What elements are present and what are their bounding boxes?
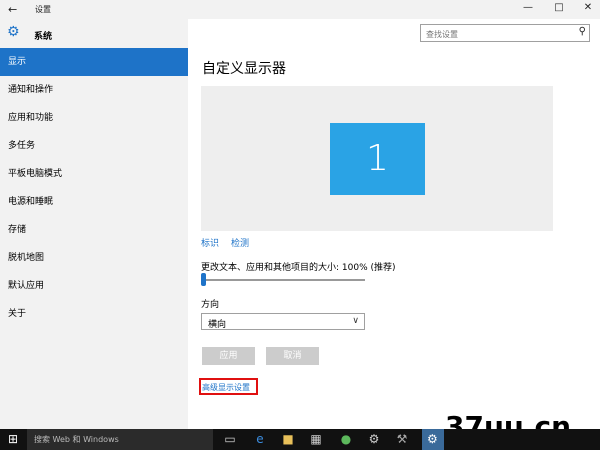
advanced-display-settings-highlight: 高级显示设置 (199, 378, 258, 395)
detect-link[interactable]: 检测 (231, 236, 249, 249)
file-explorer-icon[interactable]: ■ (280, 432, 296, 446)
task-view-icon[interactable]: ▭ (222, 432, 238, 446)
orientation-label: 方向 (201, 300, 220, 310)
minimize-icon[interactable]: — (518, 2, 538, 13)
app-green-icon[interactable]: ● (338, 432, 354, 446)
page-title: 自定义显示器 (202, 61, 286, 77)
sidebar-item-multitasking[interactable]: 多任务 (0, 132, 188, 160)
scale-slider-track[interactable] (204, 279, 365, 281)
taskbar-search[interactable]: 搜索 Web 和 Windows (27, 429, 213, 450)
sidebar-item-notifications[interactable]: 通知和操作 (0, 76, 188, 104)
back-arrow-icon[interactable]: ← (8, 3, 17, 16)
advanced-display-settings-link[interactable]: 高级显示设置 (202, 382, 250, 393)
cancel-button[interactable]: 取消 (266, 347, 319, 365)
sidebar-item-power-sleep[interactable]: 电源和睡眠 (0, 188, 188, 216)
sidebar-item-tablet-mode[interactable]: 平板电脑模式 (0, 160, 188, 188)
search-icon[interactable]: ⚲ (579, 26, 586, 37)
orientation-dropdown[interactable]: 横向 ∨ (201, 313, 365, 330)
taskbar-search-text: 搜索 Web 和 Windows (34, 435, 119, 444)
store-icon[interactable]: ▦ (308, 432, 324, 446)
windows-start-icon[interactable]: ⊞ (8, 432, 18, 446)
chevron-down-icon: ∨ (352, 316, 359, 326)
settings-gear-icon: ⚙ (427, 432, 438, 446)
sidebar-nav: 显示 通知和操作 应用和功能 多任务 平板电脑模式 电源和睡眠 存储 脱机地图 … (0, 48, 188, 328)
edge-browser-icon[interactable]: e (252, 432, 268, 446)
sidebar-item-storage[interactable]: 存储 (0, 216, 188, 244)
scale-label: 更改文本、应用和其他项目的大小: 100% (推荐) (201, 263, 396, 273)
sidebar-header[interactable]: ⚙ 系统 (0, 23, 188, 45)
sidebar-item-display[interactable]: 显示 (0, 48, 188, 76)
taskbar: ⊞ 搜索 Web 和 Windows ▭ e ■ ▦ ● ⚙ ⚒ ⚙ (0, 429, 600, 450)
identify-link[interactable]: 标识 (201, 236, 219, 249)
sidebar-item-about[interactable]: 关于 (0, 300, 188, 328)
app-tool-icon[interactable]: ⚒ (394, 432, 410, 446)
maximize-icon[interactable]: □ (549, 2, 569, 13)
sidebar-item-apps-features[interactable]: 应用和功能 (0, 104, 188, 132)
gear-icon: ⚙ (7, 24, 20, 40)
monitor-tile[interactable]: 1 (330, 123, 425, 195)
search-box[interactable]: ⚲ (420, 24, 590, 42)
settings-taskbar-button[interactable]: ⚙ (422, 429, 444, 450)
sidebar-item-offline-maps[interactable]: 脱机地图 (0, 244, 188, 272)
app-gray-icon[interactable]: ⚙ (366, 432, 382, 446)
orientation-value: 横向 (208, 320, 227, 330)
window-title: 设置 (35, 5, 51, 14)
sidebar-header-label: 系统 (34, 32, 53, 42)
search-input[interactable] (424, 26, 568, 42)
close-icon[interactable]: ✕ (578, 2, 598, 13)
apply-button[interactable]: 应用 (202, 347, 255, 365)
sidebar-item-default-apps[interactable]: 默认应用 (0, 272, 188, 300)
scale-slider-thumb[interactable] (201, 273, 206, 286)
title-bar: ← 设置 — □ ✕ (0, 0, 600, 19)
